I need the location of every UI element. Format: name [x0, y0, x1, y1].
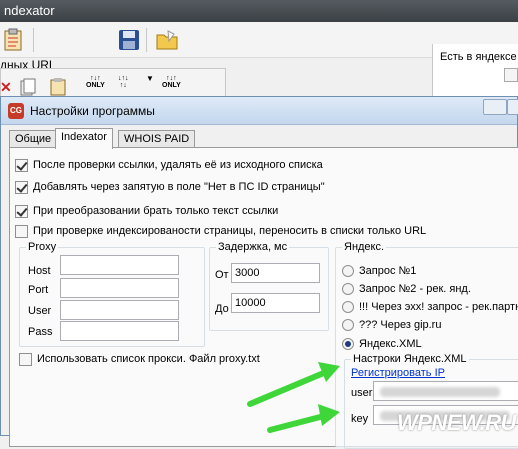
tab-indexator[interactable]: Indexator — [55, 128, 113, 149]
arrow-icon — [267, 404, 340, 433]
watermark-logo: WPNEW.RU — [396, 410, 517, 435]
arrow-icon — [247, 362, 340, 407]
annotation-arrows — [247, 362, 340, 433]
